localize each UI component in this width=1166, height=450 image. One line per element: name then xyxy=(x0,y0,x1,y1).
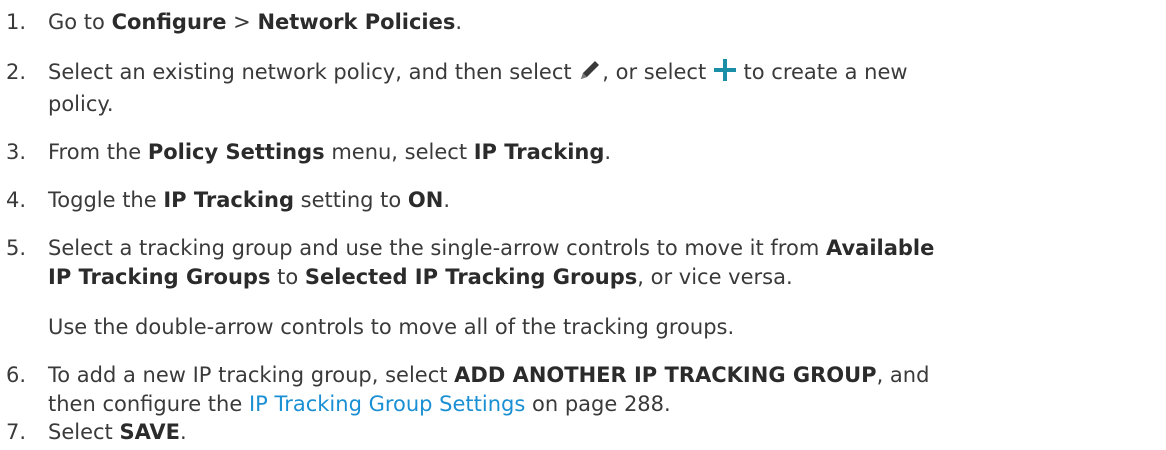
text: Select an existing network policy, and t… xyxy=(48,60,579,84)
step-number: 3. xyxy=(6,140,27,164)
text: , or vice versa. xyxy=(637,265,793,289)
text: , and xyxy=(876,363,930,387)
step-number: 4. xyxy=(6,188,27,212)
text: From the xyxy=(48,140,148,164)
text: Toggle the xyxy=(48,188,164,212)
menu-configure: Configure xyxy=(111,10,227,34)
label-available: Available xyxy=(825,236,935,260)
note-text: Use the double-arrow controls to move al… xyxy=(48,315,735,339)
step-text: Select SAVE. xyxy=(48,418,1160,447)
text: . xyxy=(180,420,187,444)
text: menu, select xyxy=(324,140,474,164)
plus-icon xyxy=(713,58,737,90)
label-selected-ip-tracking-groups: Selected IP Tracking Groups xyxy=(304,265,638,289)
text: to xyxy=(270,265,305,289)
step-text: Toggle the IP Tracking setting to ON. xyxy=(48,186,1160,215)
text: To add a new IP tracking group, select xyxy=(48,363,455,387)
label-ip-tracking-groups: IP Tracking Groups xyxy=(48,265,271,289)
menu-ip-tracking: IP Tracking xyxy=(473,140,605,164)
text: . xyxy=(443,188,451,212)
setting-value-on: ON xyxy=(407,188,444,212)
step-number: 2. xyxy=(6,60,27,84)
text: . xyxy=(604,140,612,164)
text: Select xyxy=(48,420,120,444)
menu-policy-settings: Policy Settings xyxy=(147,140,325,164)
text: setting to xyxy=(294,188,408,212)
setting-ip-tracking: IP Tracking xyxy=(163,188,294,212)
step-text: Go to Configure > Network Policies. xyxy=(48,8,1160,37)
step-number: 6. xyxy=(6,363,27,387)
menu-network-policies: Network Policies xyxy=(257,10,456,34)
text: then configure the xyxy=(48,392,249,416)
text: to create a new xyxy=(736,60,908,84)
step-number: 5. xyxy=(6,236,27,260)
procedure-steps: 1. Go to Configure > Network Policies. 2… xyxy=(0,0,1166,450)
text: policy. xyxy=(48,92,114,116)
text: Go to xyxy=(48,10,112,34)
text: , or select xyxy=(602,60,713,84)
step-text: Select an existing network policy, and t… xyxy=(48,58,1160,119)
step-text: From the Policy Settings menu, select IP… xyxy=(48,138,1160,167)
text: on page 288. xyxy=(525,392,671,416)
button-add-another-ip-tracking-group: ADD ANOTHER IP TRACKING GROUP xyxy=(454,363,877,387)
link-ip-tracking-group-settings[interactable]: IP Tracking Group Settings xyxy=(249,392,525,416)
step-number: 1. xyxy=(6,10,27,34)
step-text: To add a new IP tracking group, select A… xyxy=(48,361,1160,419)
text: . xyxy=(455,10,463,34)
text: > xyxy=(226,10,258,34)
button-save: SAVE xyxy=(119,420,181,444)
text: Select a tracking group and use the sing… xyxy=(48,236,826,260)
pencil-icon xyxy=(578,58,602,90)
step-text: Select a tracking group and use the sing… xyxy=(48,234,1160,292)
step-number: 7. xyxy=(6,420,27,444)
